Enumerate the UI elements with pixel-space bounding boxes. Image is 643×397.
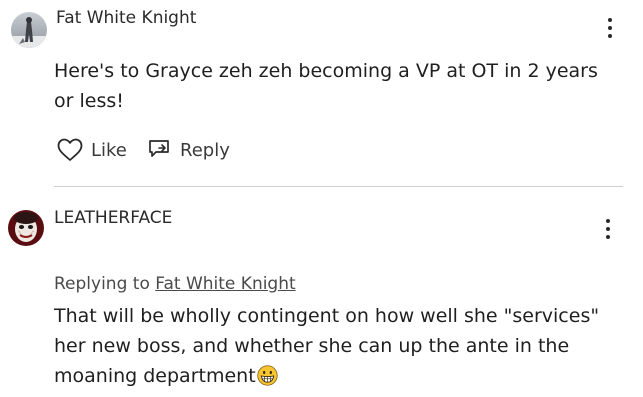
comment-2: LEATHERFACE Replying to Fat White Knight… <box>0 187 643 397</box>
more-vertical-icon <box>608 18 612 22</box>
like-button[interactable]: Like <box>57 138 127 162</box>
heart-icon <box>57 138 83 161</box>
reply-icon <box>149 140 169 157</box>
more-vertical-icon-dot <box>606 235 610 239</box>
avatar[interactable] <box>11 12 47 48</box>
more-vertical-icon-dot <box>608 34 612 38</box>
comment-text: That will be wholly contingent on how we… <box>54 301 629 391</box>
author-name[interactable]: LEATHERFACE <box>54 208 172 228</box>
replying-prefix: Replying to <box>54 274 150 294</box>
replying-to-line: Replying to Fat White Knight <box>54 274 296 294</box>
more-vertical-icon-dot <box>606 227 610 231</box>
more-options-button[interactable] <box>596 219 620 239</box>
grinning-face-emoji-icon <box>257 365 278 386</box>
reply-button[interactable]: Reply <box>148 138 230 162</box>
snowy-figure-avatar-icon <box>11 12 47 48</box>
comment-text: Here's to Grayce zeh zeh becoming a VP a… <box>54 60 598 112</box>
replying-to-link[interactable]: Fat White Knight <box>155 274 295 294</box>
comment-1: Fat White Knight Here's to Grayce zeh ze… <box>0 0 643 185</box>
avatar[interactable] <box>8 210 44 246</box>
author-name[interactable]: Fat White Knight <box>56 8 196 28</box>
reply-label: Reply <box>180 139 230 161</box>
like-label: Like <box>91 139 127 161</box>
comment-text-content: That will be wholly contingent on how we… <box>54 305 600 387</box>
leatherface-mask-avatar-icon <box>8 210 44 246</box>
more-options-button[interactable] <box>598 18 622 38</box>
more-vertical-icon-dot <box>608 26 612 30</box>
more-vertical-icon <box>606 219 610 223</box>
